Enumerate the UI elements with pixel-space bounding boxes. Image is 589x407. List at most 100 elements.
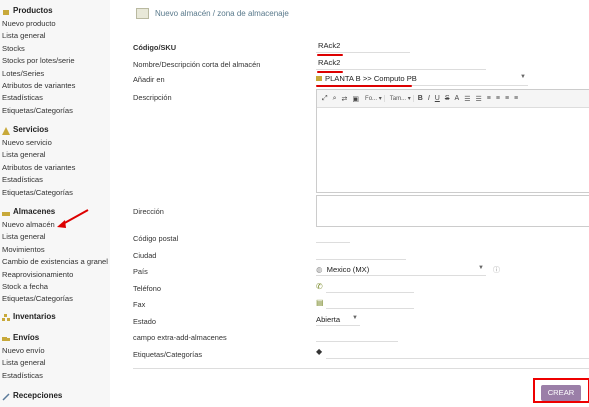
telefono-input[interactable] — [326, 282, 414, 293]
sidebar-section-productos: Productos Nuevo producto Lista general S… — [0, 4, 110, 117]
cp-input[interactable] — [316, 232, 350, 243]
sidebar-section-envios: Envíos Nuevo envío Lista general Estadís… — [0, 331, 110, 382]
strikethrough-icon[interactable]: S — [444, 95, 451, 102]
estado-label: Estado — [133, 317, 157, 326]
ciudad-input[interactable] — [316, 249, 406, 260]
justify-icon[interactable]: ≡ — [513, 95, 519, 102]
sidebar-section-header[interactable]: Recepciones — [0, 389, 110, 403]
descripcion-editor[interactable]: ⤢ ⌕ ⇄ ▣ Fo... ▾ Tam... ▾ B I U S A ☰ ☰ ≡… — [316, 89, 589, 193]
info-icon[interactable]: ⓘ — [493, 265, 500, 275]
sidebar-item[interactable]: Stock a fecha — [0, 281, 110, 293]
numbered-list-icon[interactable]: ☰ — [463, 95, 471, 103]
sidebar-item[interactable]: Lista general — [0, 149, 110, 161]
find-icon[interactable]: ⌕ — [332, 95, 338, 103]
estado-select-value: Abierta — [316, 315, 341, 324]
globe-icon: ◍ — [316, 265, 323, 274]
sidebar-section-header[interactable]: Productos — [0, 4, 110, 18]
annotation-box — [533, 378, 589, 403]
sidebar-item[interactable]: Stocks por lotes/serie — [0, 55, 110, 67]
sidebar-item[interactable]: Nuevo servicio — [0, 137, 110, 149]
truck-icon — [2, 334, 10, 342]
sidebar-item[interactable]: Etiquetas/Categorías — [0, 293, 110, 305]
sidebar-item[interactable]: Nuevo producto — [0, 18, 110, 30]
sidebar: Productos Nuevo producto Lista general S… — [0, 0, 110, 407]
warehouse-icon — [316, 76, 322, 81]
sidebar-item[interactable]: Lista general — [0, 231, 110, 243]
maximize-icon[interactable]: ⤢ — [321, 95, 329, 103]
annotation-arrow-icon — [57, 209, 89, 228]
sidebar-section-servicios: Servicios Nuevo servicio Lista general A… — [0, 123, 110, 199]
extra-input[interactable] — [316, 331, 398, 342]
underline-icon[interactable]: U — [434, 95, 441, 102]
section-title: Almacenes — [13, 207, 56, 216]
descripcion-label: Descripción — [133, 93, 172, 102]
sidebar-item[interactable]: Estadísticas — [0, 92, 110, 104]
size-select[interactable]: Tam... ▾ — [388, 95, 414, 102]
chevron-down-icon: ▼ — [520, 74, 526, 80]
nombre-label: Nombre/Descripción corta del almacén — [133, 60, 261, 69]
form-divider — [133, 368, 589, 369]
sidebar-item[interactable]: Atributos de variantes — [0, 80, 110, 92]
sidebar-item[interactable]: Lotes/Series — [0, 68, 110, 80]
sidebar-item[interactable]: Estadísticas — [0, 174, 110, 186]
reception-icon — [2, 392, 10, 401]
sidebar-section-recepciones: Recepciones — [0, 389, 110, 403]
pais-select[interactable]: ◍ Mexico (MX) ▼ — [316, 265, 486, 276]
inventory-icon — [2, 313, 10, 321]
sidebar-item[interactable]: Stocks — [0, 43, 110, 55]
fax-icon: ▤ — [316, 298, 324, 307]
warehouse-icon — [2, 208, 10, 216]
replace-icon[interactable]: ⇄ — [341, 95, 349, 103]
sidebar-item[interactable]: Estadísticas — [0, 370, 110, 382]
etiquetas-input[interactable] — [326, 348, 589, 359]
sidebar-item[interactable]: Nuevo envío — [0, 345, 110, 357]
main-content: Nuevo almacén / zona de almacenaje Códig… — [110, 0, 589, 407]
sidebar-item[interactable]: Atributos de variantes — [0, 162, 110, 174]
cp-label: Código postal — [133, 234, 179, 243]
annotation-underline — [316, 85, 412, 87]
italic-icon[interactable]: I — [427, 95, 431, 102]
align-left-icon[interactable]: ≡ — [486, 95, 492, 102]
size-select-value: Tam... — [389, 96, 407, 102]
sidebar-item[interactable]: Movimientos — [0, 244, 110, 256]
sidebar-item[interactable]: Lista general — [0, 30, 110, 42]
section-title: Inventarios — [13, 312, 56, 321]
anadir-label: Añadir en — [133, 75, 165, 84]
sidebar-section-header[interactable]: Inventarios — [0, 310, 110, 324]
service-icon — [2, 126, 10, 135]
bold-icon[interactable]: B — [417, 95, 424, 102]
sidebar-section-inventarios: Inventarios — [0, 310, 110, 324]
sidebar-item[interactable]: Etiquetas/Categorías — [0, 187, 110, 199]
warehouse-icon — [136, 8, 149, 19]
editor-toolbar: ⤢ ⌕ ⇄ ▣ Fo... ▾ Tam... ▾ B I U S A ☰ ☰ ≡… — [317, 90, 589, 108]
sidebar-item[interactable]: Lista general — [0, 357, 110, 369]
sidebar-section-header[interactable]: Envíos — [0, 331, 110, 345]
bullet-list-icon[interactable]: ☰ — [474, 95, 482, 103]
codigo-input[interactable]: RAck2 — [316, 41, 410, 53]
align-right-icon[interactable]: ≡ — [504, 95, 510, 102]
direccion-label: Dirección — [133, 207, 164, 216]
sidebar-section-header[interactable]: Servicios — [0, 123, 110, 137]
source-icon[interactable]: ▣ — [351, 95, 360, 103]
ciudad-label: Ciudad — [133, 251, 157, 260]
phone-icon: ✆ — [316, 282, 323, 291]
section-title: Envíos — [13, 333, 40, 342]
font-select-value: Fo... — [365, 96, 378, 102]
fax-input[interactable] — [326, 298, 414, 309]
etiquetas-label: Etiquetas/Categorías — [133, 350, 203, 359]
pais-select-value: Mexico (MX) — [326, 265, 370, 274]
direccion-textarea[interactable] — [316, 195, 589, 227]
nombre-input[interactable]: RAck2 — [316, 58, 486, 70]
sidebar-item[interactable]: Etiquetas/Categorías — [0, 105, 110, 117]
section-title: Recepciones — [13, 391, 63, 400]
fax-label: Fax — [133, 300, 146, 309]
estado-select[interactable]: Abierta ▼ — [316, 315, 360, 326]
sidebar-item[interactable]: Reaprovisionamiento — [0, 269, 110, 281]
font-select[interactable]: Fo... ▾ — [363, 95, 385, 102]
text-color-icon[interactable]: A — [454, 95, 461, 102]
tag-icon: ◆ — [316, 347, 323, 356]
section-title: Productos — [13, 6, 53, 15]
annotation-underline — [317, 71, 343, 73]
sidebar-item[interactable]: Cambio de existencias a granel — [0, 256, 110, 268]
align-center-icon[interactable]: ≡ — [495, 95, 501, 102]
